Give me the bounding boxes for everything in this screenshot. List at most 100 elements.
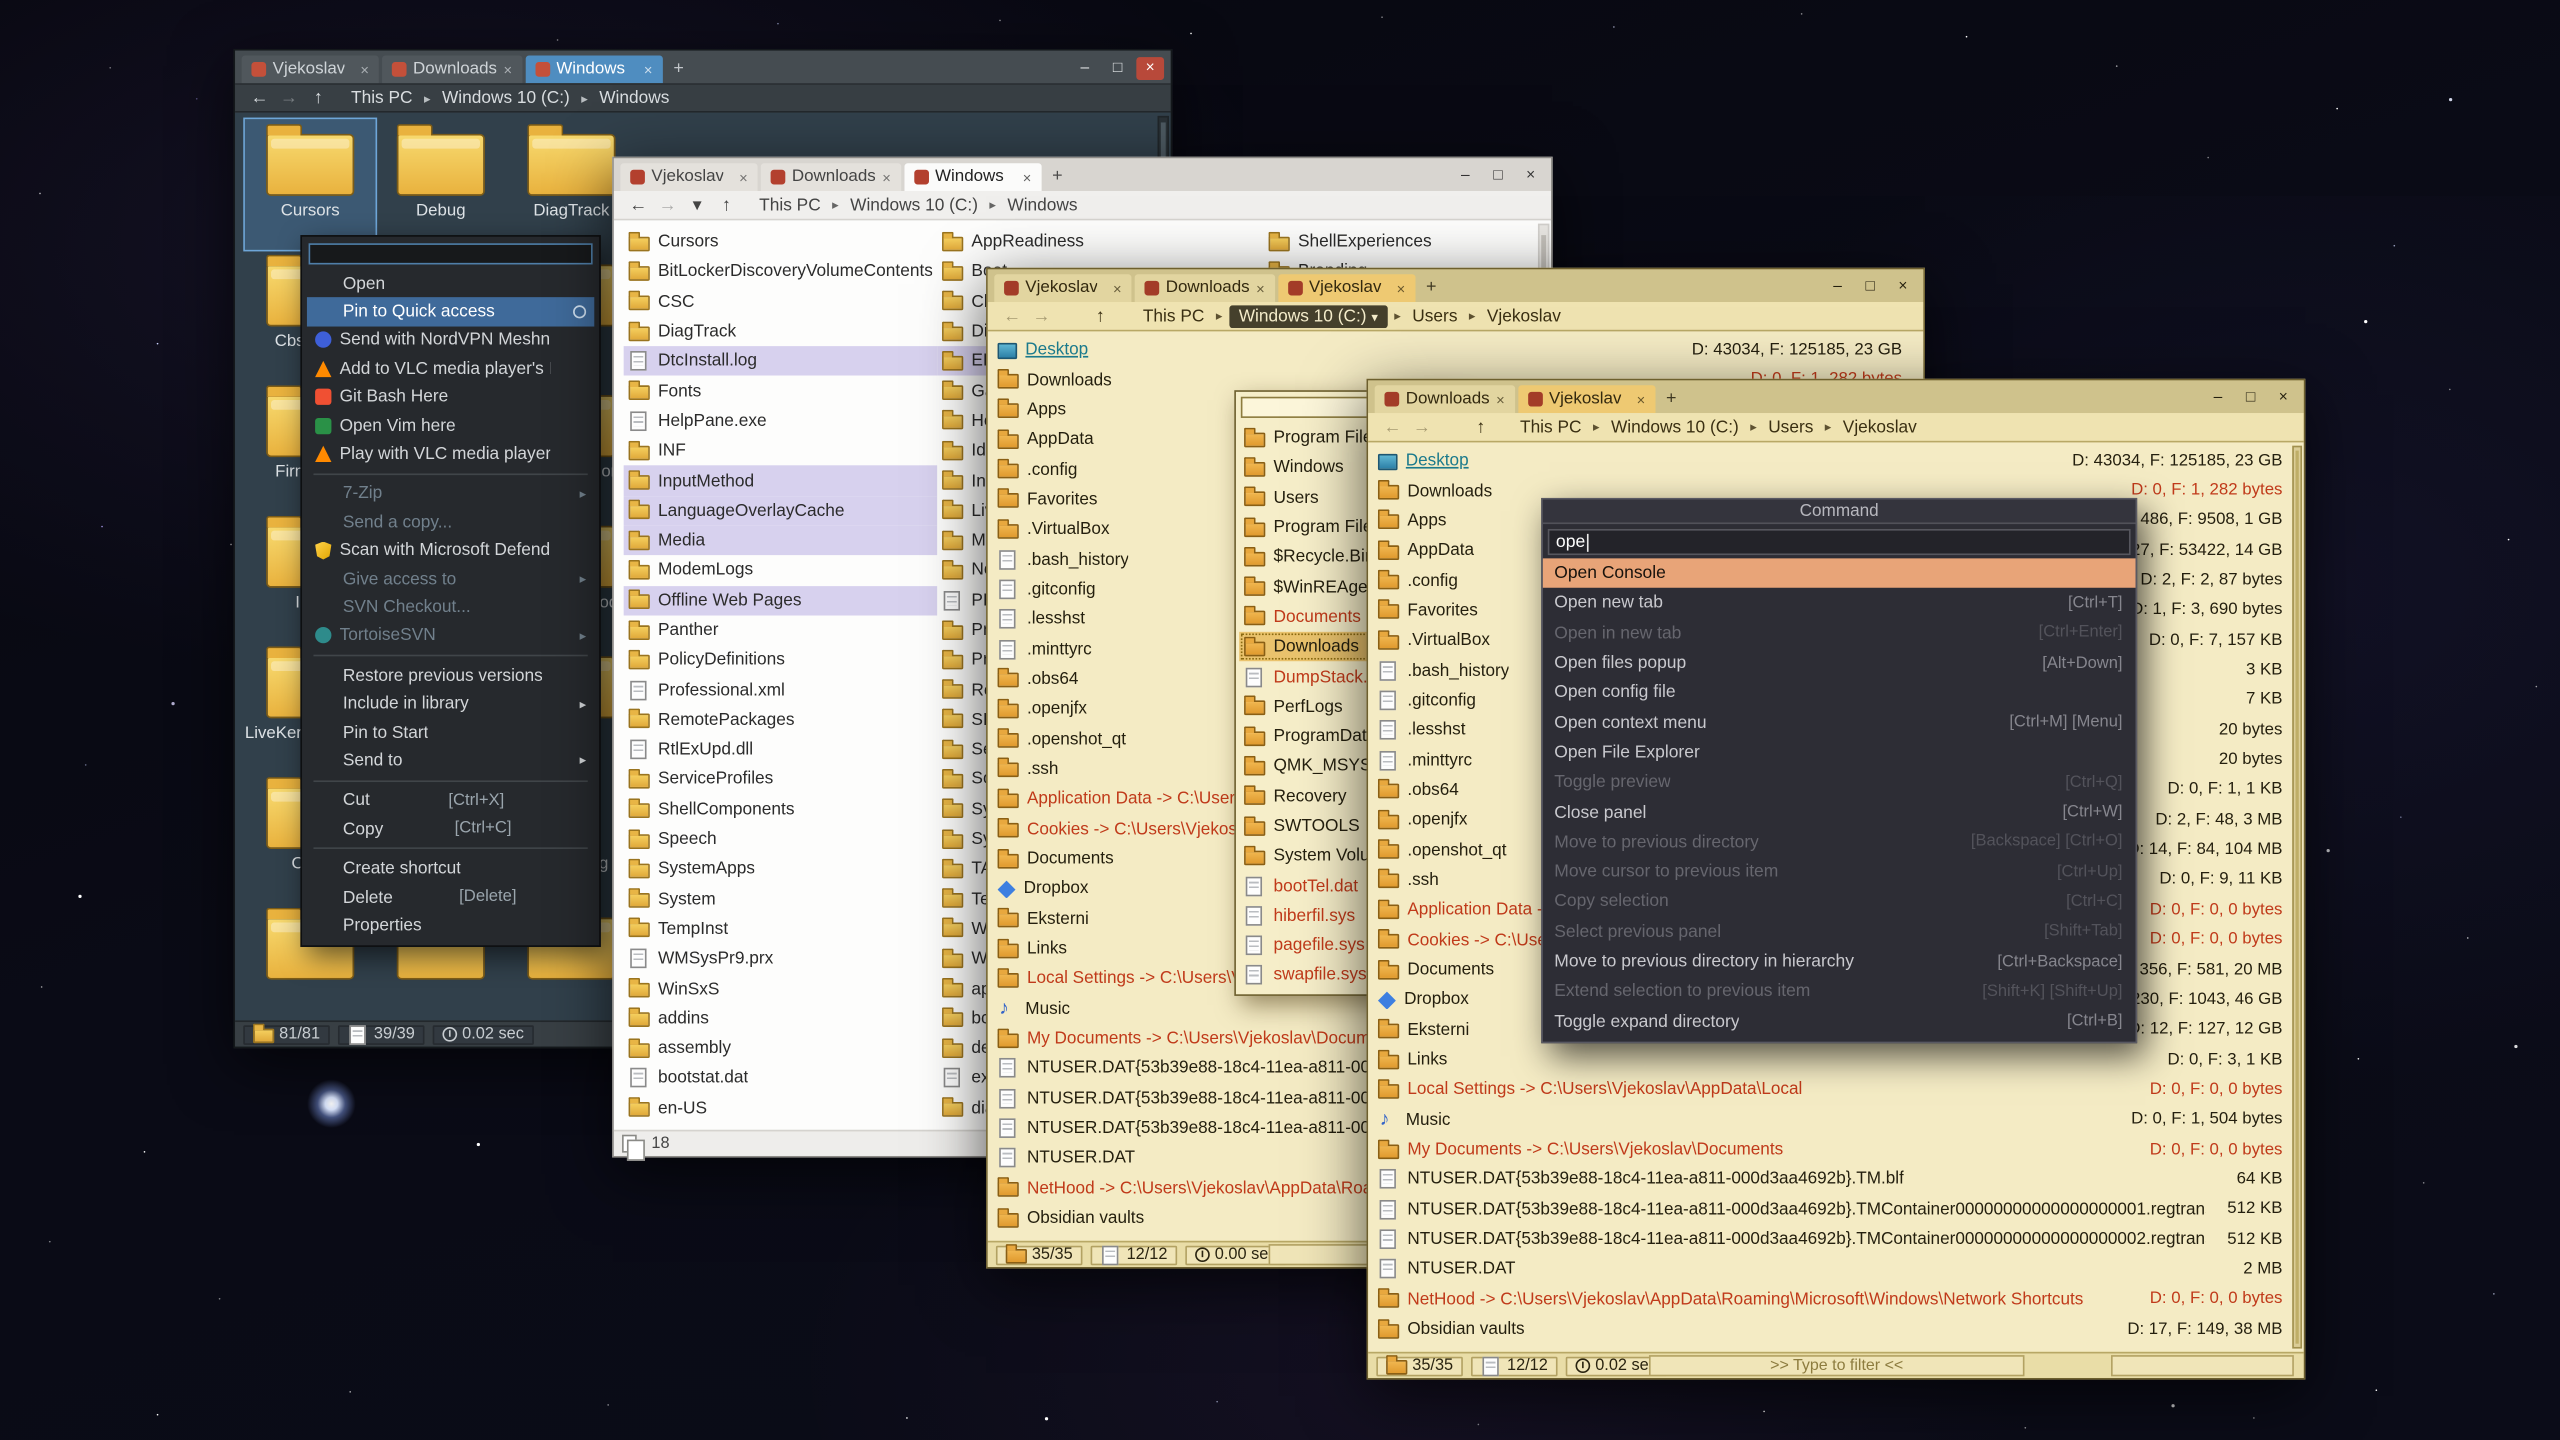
context-menu-item[interactable]: TortoiseSVN ▸ (307, 622, 594, 650)
tab-close-icon[interactable]: × (882, 169, 891, 185)
back-button[interactable]: ← (1378, 417, 1407, 437)
forward-button[interactable]: → (1027, 306, 1056, 326)
context-menu-item[interactable]: 7-Zip ▸ (307, 480, 594, 508)
context-menu-filter-input[interactable] (309, 243, 593, 264)
file-row[interactable]: addins (624, 1004, 937, 1034)
file-row[interactable]: CSC (624, 287, 937, 317)
tab-close-icon[interactable]: × (1113, 280, 1122, 296)
file-row[interactable]: LanguageOverlayCache (624, 496, 937, 526)
up-button[interactable]: ↑ (1086, 306, 1115, 326)
maximize-button[interactable]: □ (2237, 387, 2265, 410)
file-row[interactable]: HelpPane.exe (624, 406, 937, 436)
breadcrumb-item[interactable]: Windows 10 (C:)▾ (845, 195, 983, 215)
tab-close-icon[interactable]: × (1637, 391, 1646, 407)
context-menu-item[interactable]: Copy [Ctrl+C] ▸ (307, 815, 594, 843)
file-row[interactable]: RemotePackages (624, 705, 937, 735)
palette-command-item[interactable]: Open files popup [Alt+Down] (1543, 648, 2136, 678)
new-tab-button[interactable]: + (666, 57, 692, 83)
breadcrumb-item[interactable]: Users▾ (1763, 417, 1818, 437)
tab-close-icon[interactable]: × (739, 169, 748, 185)
tab[interactable]: Downloads × (761, 163, 901, 191)
back-button[interactable]: ← (624, 195, 653, 215)
tab[interactable]: Windows × (904, 163, 1041, 191)
file-row[interactable]: Music D: 0, F: 1, 504 bytes (1368, 1105, 2289, 1135)
palette-command-item[interactable]: Open new tab [Ctrl+T] (1543, 588, 2136, 618)
close-button[interactable]: × (1889, 276, 1917, 299)
file-row[interactable]: NTUSER.DAT 2 MB (1368, 1254, 2289, 1284)
file-row[interactable]: Desktop D: 43034, F: 125185, 23 GB (988, 335, 1909, 365)
file-row[interactable]: DiagTrack (624, 317, 937, 347)
palette-command-item[interactable]: Toggle preview [Ctrl+Q] (1543, 767, 2136, 797)
breadcrumb-item[interactable]: Windows▾ (594, 88, 674, 108)
palette-command-item[interactable]: Open Console (1543, 558, 2136, 588)
tab[interactable]: Vjekoslav × (620, 163, 757, 191)
file-row[interactable]: assembly (624, 1033, 937, 1063)
file-row[interactable]: InputMethod (624, 466, 937, 496)
maximize-button[interactable]: □ (1484, 165, 1512, 188)
file-row[interactable]: WinSxS (624, 974, 937, 1004)
tab-close-icon[interactable]: × (360, 61, 369, 77)
palette-command-item[interactable]: Select previous panel [Shift+Tab] (1543, 917, 2136, 947)
palette-command-item[interactable]: Open context menu [Ctrl+M] [Menu] (1543, 708, 2136, 738)
scrollbar-thumb[interactable] (2296, 451, 2299, 1344)
file-row[interactable]: AppReadiness (937, 227, 1250, 257)
context-menu-item[interactable]: SVN Checkout... ▸ (307, 593, 594, 621)
file-row[interactable]: BitLockerDiscoveryVolumeContents (624, 257, 937, 287)
palette-command-item[interactable]: Copy selection [Ctrl+C] (1543, 887, 2136, 917)
palette-command-item[interactable]: Move to previous directory in hierarchy … (1543, 947, 2136, 977)
palette-search-input[interactable]: ope (1548, 529, 2131, 555)
breadcrumb-item[interactable]: This PC▾ (346, 88, 417, 108)
maximize-button[interactable]: □ (1856, 276, 1884, 299)
file-row[interactable]: Offline Web Pages (624, 585, 937, 615)
file-row[interactable]: Professional.xml (624, 675, 937, 705)
file-row[interactable]: SystemApps (624, 854, 937, 884)
file-row[interactable]: ShellComponents (624, 795, 937, 825)
new-tab-button[interactable]: + (1658, 387, 1684, 413)
tab[interactable]: Vjekoslav × (1518, 385, 1655, 413)
file-row[interactable]: DtcInstall.log (624, 346, 937, 376)
minimize-button[interactable]: – (1824, 276, 1852, 299)
file-row[interactable]: Speech (624, 824, 937, 854)
tab[interactable]: Downloads × (1135, 274, 1275, 302)
file-row[interactable]: INF (624, 436, 937, 466)
file-row[interactable]: bootstat.dat (624, 1063, 937, 1093)
file-row[interactable]: Panther (624, 615, 937, 645)
close-button[interactable]: × (2269, 387, 2297, 410)
close-button[interactable]: × (1136, 57, 1164, 80)
context-menu-item[interactable]: ▸ (307, 775, 594, 786)
file-row[interactable]: PolicyDefinitions (624, 645, 937, 675)
context-menu-item[interactable]: Give access to ▸ (307, 565, 594, 593)
file-row[interactable]: Desktop D: 43034, F: 125185, 23 GB (1368, 446, 2289, 476)
context-menu-item[interactable]: ▸ (307, 843, 594, 854)
file-row[interactable]: TempInst (624, 914, 937, 944)
new-tab-button[interactable]: + (1044, 165, 1070, 191)
tab[interactable]: Downloads × (382, 56, 522, 84)
tab-close-icon[interactable]: × (1023, 169, 1032, 185)
context-menu-item[interactable]: Pin to Quick access ▸ (307, 298, 594, 326)
breadcrumb-item[interactable]: Windows▾ (1002, 195, 1082, 215)
palette-command-item[interactable]: Open in new tab [Ctrl+Enter] (1543, 618, 2136, 648)
context-menu-item[interactable]: Open Vim here ▸ (307, 411, 594, 439)
file-row[interactable]: NTUSER.DAT{53b39e88-18c4-11ea-a811-000d3… (1368, 1194, 2289, 1224)
file-row[interactable]: RtlExUpd.dll (624, 735, 937, 765)
tab-close-icon[interactable]: × (1496, 391, 1505, 407)
context-menu-item[interactable]: ▸ (307, 650, 594, 661)
context-menu-item[interactable]: Include in library ▸ (307, 690, 594, 718)
context-menu-item[interactable]: Git Bash Here ▸ (307, 383, 594, 411)
context-menu-item[interactable]: Add to VLC media player's Playlist ▸ (307, 355, 594, 383)
up-button[interactable]: ↑ (1466, 417, 1495, 437)
context-menu-item[interactable]: Play with VLC media player ▸ (307, 440, 594, 468)
maximize-button[interactable]: □ (1104, 57, 1132, 80)
close-button[interactable]: × (1517, 165, 1545, 188)
breadcrumb-item[interactable]: Windows 10 (C:)▾ (1606, 417, 1744, 437)
new-tab-button[interactable]: + (1418, 276, 1444, 302)
tab-close-icon[interactable]: × (644, 61, 653, 77)
palette-command-item[interactable]: Open config file (1543, 678, 2136, 708)
context-menu-item[interactable]: Pin to Start ▸ (307, 718, 594, 746)
file-row[interactable]: NTUSER.DAT{53b39e88-18c4-11ea-a811-000d3… (1368, 1224, 2289, 1254)
file-row[interactable]: ShellExperiences (1264, 227, 1551, 257)
tab-close-icon[interactable]: × (504, 61, 513, 77)
file-row[interactable]: Cursors (624, 227, 937, 257)
forward-button[interactable]: → (653, 195, 682, 215)
file-row[interactable]: WMSysPr9.prx (624, 944, 937, 974)
